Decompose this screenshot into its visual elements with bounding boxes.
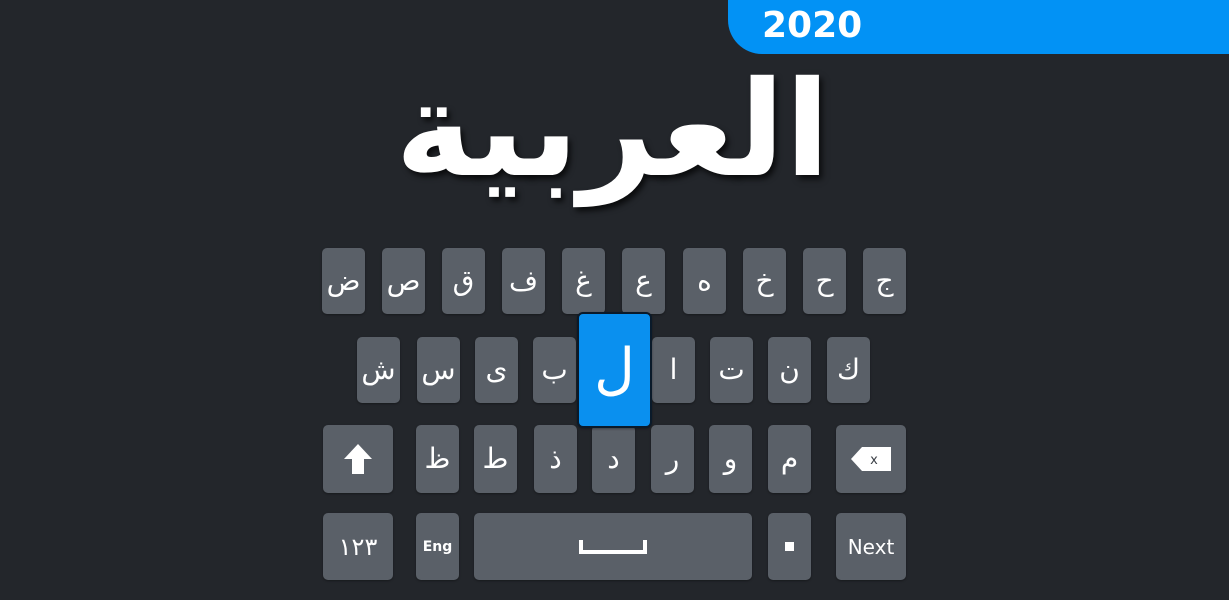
key-ain[interactable]: ع bbox=[622, 248, 665, 314]
key-label: ط bbox=[482, 442, 509, 475]
svg-text:x: x bbox=[870, 453, 878, 468]
key-label: ح bbox=[815, 264, 834, 297]
key-fa[interactable]: ف bbox=[502, 248, 545, 314]
key-label: ك bbox=[836, 353, 861, 386]
key-thal[interactable]: ذ bbox=[534, 425, 577, 493]
key-qaf[interactable]: ق bbox=[442, 248, 485, 314]
key-nun[interactable]: ن bbox=[768, 337, 811, 403]
key-label: ض bbox=[326, 264, 361, 297]
language-title: العربية bbox=[395, 53, 830, 207]
key-label: ب bbox=[541, 353, 568, 386]
key-mim[interactable]: م bbox=[768, 425, 811, 493]
key-ba[interactable]: ب bbox=[533, 337, 576, 403]
key-sin[interactable]: س bbox=[417, 337, 460, 403]
key-label: ظ bbox=[424, 442, 451, 475]
key-label: ل bbox=[594, 337, 635, 402]
key-label: ت bbox=[718, 353, 745, 386]
key-sad[interactable]: ص bbox=[382, 248, 425, 314]
key-label: غ bbox=[575, 264, 592, 297]
key-hha[interactable]: ح bbox=[803, 248, 846, 314]
key-label: ع bbox=[635, 264, 652, 297]
key-alef[interactable]: ا bbox=[652, 337, 695, 403]
space-bar-icon bbox=[579, 539, 647, 554]
key-label: ف bbox=[508, 264, 539, 297]
key-label: د bbox=[607, 442, 620, 475]
key-tah[interactable]: ط bbox=[474, 425, 517, 493]
period-icon bbox=[785, 542, 794, 551]
key-alef-maqsura[interactable]: ى bbox=[475, 337, 518, 403]
key-label: ش bbox=[361, 353, 396, 386]
key-waw[interactable]: و bbox=[709, 425, 752, 493]
key-ra[interactable]: ر bbox=[651, 425, 694, 493]
key-label: م bbox=[780, 442, 799, 475]
numbers-label: ١٢٣ bbox=[338, 532, 378, 561]
backspace-key[interactable]: x bbox=[836, 425, 906, 493]
language-switch-key[interactable]: Eng bbox=[416, 513, 459, 580]
key-label: ن bbox=[779, 353, 800, 386]
key-ha[interactable]: ه bbox=[683, 248, 726, 314]
key-label: ا bbox=[669, 353, 678, 386]
language-label: Eng bbox=[422, 538, 453, 555]
next-label: Next bbox=[847, 534, 895, 559]
key-ghain[interactable]: غ bbox=[562, 248, 605, 314]
key-zah[interactable]: ظ bbox=[416, 425, 459, 493]
numbers-key[interactable]: ١٢٣ bbox=[323, 513, 393, 580]
period-key[interactable] bbox=[768, 513, 811, 580]
backspace-icon: x bbox=[851, 447, 891, 471]
space-key[interactable] bbox=[474, 513, 752, 580]
key-label: ر bbox=[665, 442, 680, 475]
key-dal[interactable]: د bbox=[592, 425, 635, 493]
next-key[interactable]: Next bbox=[836, 513, 906, 580]
key-ta[interactable]: ت bbox=[710, 337, 753, 403]
key-lam-active[interactable]: ل bbox=[577, 312, 652, 428]
key-label: خ bbox=[755, 264, 774, 297]
key-jim[interactable]: ج bbox=[863, 248, 906, 314]
key-label: ه bbox=[697, 264, 712, 297]
key-kha[interactable]: خ bbox=[743, 248, 786, 314]
shift-key[interactable] bbox=[323, 425, 393, 493]
key-label: ذ bbox=[549, 442, 562, 475]
key-label: ق bbox=[452, 264, 475, 297]
key-label: ج bbox=[875, 264, 894, 297]
key-label: و bbox=[723, 442, 738, 475]
key-dad[interactable]: ض bbox=[322, 248, 365, 314]
key-label: ص bbox=[386, 264, 421, 297]
key-kaf[interactable]: ك bbox=[827, 337, 870, 403]
shift-arrow-up-icon bbox=[344, 444, 372, 474]
key-shin[interactable]: ش bbox=[357, 337, 400, 403]
key-label: ى bbox=[485, 353, 508, 386]
key-label: س bbox=[421, 353, 456, 386]
